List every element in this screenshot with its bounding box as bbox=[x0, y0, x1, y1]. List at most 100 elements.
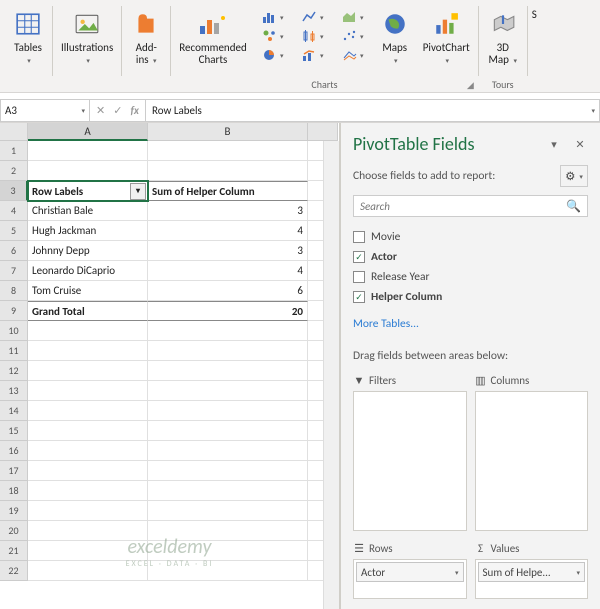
tables-button[interactable]: Tables▾ bbox=[8, 6, 48, 69]
row-header-22[interactable]: 22 bbox=[0, 561, 28, 581]
recommended-charts-button[interactable]: Recommended Charts bbox=[175, 6, 250, 68]
cell-B9[interactable]: 20 bbox=[148, 301, 308, 321]
row-header-10[interactable]: 10 bbox=[0, 321, 28, 341]
cell-A3[interactable]: Row Labels▾ bbox=[28, 181, 148, 201]
cell-B3[interactable]: Sum of Helper Column bbox=[148, 181, 308, 201]
cell-A17[interactable] bbox=[28, 461, 148, 481]
worksheet-grid[interactable]: AB 12345678910111213141516171819202122 R… bbox=[0, 123, 340, 609]
field-checkbox[interactable] bbox=[353, 231, 365, 243]
row-header-13[interactable]: 13 bbox=[0, 381, 28, 401]
cell-A14[interactable] bbox=[28, 401, 148, 421]
cell-A2[interactable] bbox=[28, 161, 148, 181]
cell-A22[interactable] bbox=[28, 561, 148, 581]
field-layout-button[interactable]: ⚙▾ bbox=[560, 165, 588, 187]
cell-B11[interactable] bbox=[148, 341, 308, 361]
pane-dropdown-icon[interactable]: ▾ bbox=[546, 136, 562, 152]
combo-chart-button[interactable]: ▾ bbox=[295, 46, 331, 64]
cell-A6[interactable]: Johnny Depp bbox=[28, 241, 148, 261]
cell-B22[interactable] bbox=[148, 561, 308, 581]
filters-area[interactable] bbox=[353, 391, 467, 531]
column-header-A[interactable]: A bbox=[28, 123, 148, 141]
row-header-18[interactable]: 18 bbox=[0, 481, 28, 501]
cell-A15[interactable] bbox=[28, 421, 148, 441]
field-actor[interactable]: ✓Actor bbox=[353, 247, 588, 267]
cell-B1[interactable] bbox=[148, 141, 308, 161]
rowlabels-filter-button[interactable]: ▾ bbox=[130, 183, 146, 200]
formula-expand-icon[interactable]: ▾ bbox=[591, 106, 595, 115]
row-header-8[interactable]: 8 bbox=[0, 281, 28, 301]
cell-B21[interactable] bbox=[148, 541, 308, 561]
cell-A18[interactable] bbox=[28, 481, 148, 501]
accept-formula-icon[interactable]: ✓ bbox=[113, 104, 122, 117]
values-area-item[interactable]: Sum of Helpe...▾ bbox=[478, 562, 586, 582]
cell-A20[interactable] bbox=[28, 521, 148, 541]
cell-A12[interactable] bbox=[28, 361, 148, 381]
3d-map-button[interactable]: 3D Map ▾ bbox=[483, 6, 523, 69]
cell-B10[interactable] bbox=[148, 321, 308, 341]
cell-A8[interactable]: Tom Cruise bbox=[28, 281, 148, 301]
cell-A9[interactable]: Grand Total bbox=[28, 301, 148, 321]
values-area[interactable]: Sum of Helpe...▾ bbox=[475, 559, 589, 599]
row-header-7[interactable]: 7 bbox=[0, 261, 28, 281]
illustrations-button[interactable]: Illustrations▾ bbox=[57, 6, 117, 69]
cell-B5[interactable]: 4 bbox=[148, 221, 308, 241]
cell-B16[interactable] bbox=[148, 441, 308, 461]
cell-B8[interactable]: 6 bbox=[148, 281, 308, 301]
row-header-1[interactable]: 1 bbox=[0, 141, 28, 161]
row-header-20[interactable]: 20 bbox=[0, 521, 28, 541]
column-chart-button[interactable]: ▾ bbox=[255, 8, 291, 26]
pivotchart-button[interactable]: PivotChart▾ bbox=[419, 6, 474, 69]
row-header-17[interactable]: 17 bbox=[0, 461, 28, 481]
cell-A1[interactable] bbox=[28, 141, 148, 161]
column-header-B[interactable]: B bbox=[148, 123, 308, 141]
row-header-3[interactable]: 3 bbox=[0, 181, 28, 201]
cell-A16[interactable] bbox=[28, 441, 148, 461]
row-header-11[interactable]: 11 bbox=[0, 341, 28, 361]
field-release-year[interactable]: Release Year bbox=[353, 267, 588, 287]
addins-button[interactable]: Add- ins ▾ bbox=[126, 6, 166, 69]
name-box[interactable]: A3 ▾ bbox=[0, 99, 90, 122]
field-checkbox[interactable]: ✓ bbox=[353, 291, 365, 303]
cell-A10[interactable] bbox=[28, 321, 148, 341]
cancel-formula-icon[interactable]: ✕ bbox=[96, 104, 105, 117]
row-header-12[interactable]: 12 bbox=[0, 361, 28, 381]
charts-dialog-launcher-icon[interactable]: ◢ bbox=[467, 80, 474, 91]
statistic-chart-button[interactable]: ▾ bbox=[295, 27, 331, 45]
row-header-9[interactable]: 9 bbox=[0, 301, 28, 321]
row-header-14[interactable]: 14 bbox=[0, 401, 28, 421]
cell-B13[interactable] bbox=[148, 381, 308, 401]
cell-B17[interactable] bbox=[148, 461, 308, 481]
row-header-15[interactable]: 15 bbox=[0, 421, 28, 441]
cell-B4[interactable]: 3 bbox=[148, 201, 308, 221]
pie-chart-button[interactable]: ▾ bbox=[255, 46, 291, 64]
cell-A7[interactable]: Leonardo DiCaprio bbox=[28, 261, 148, 281]
columns-area[interactable] bbox=[475, 391, 589, 531]
cell-A19[interactable] bbox=[28, 501, 148, 521]
scatter-chart-button[interactable]: ▾ bbox=[335, 27, 371, 45]
formula-input[interactable]: Row Labels ▾ bbox=[145, 99, 600, 122]
line-chart-button[interactable]: ▾ bbox=[295, 8, 331, 26]
area-chart-button[interactable]: ▾ bbox=[335, 8, 371, 26]
row-header-4[interactable]: 4 bbox=[0, 201, 28, 221]
hierarchy-chart-button[interactable]: ▾ bbox=[255, 27, 291, 45]
row-header-5[interactable]: 5 bbox=[0, 221, 28, 241]
cell-B15[interactable] bbox=[148, 421, 308, 441]
cell-B2[interactable] bbox=[148, 161, 308, 181]
field-search[interactable]: 🔍 bbox=[353, 195, 588, 217]
cell-A4[interactable]: Christian Bale bbox=[28, 201, 148, 221]
fx-icon[interactable]: fx bbox=[130, 104, 139, 117]
cell-B18[interactable] bbox=[148, 481, 308, 501]
rows-area[interactable]: Actor▾ bbox=[353, 559, 467, 599]
maps-button[interactable]: Maps▾ bbox=[375, 6, 415, 69]
cell-A5[interactable]: Hugh Jackman bbox=[28, 221, 148, 241]
more-tables-link[interactable]: More Tables... bbox=[353, 317, 588, 331]
row-header-2[interactable]: 2 bbox=[0, 161, 28, 181]
cell-B6[interactable]: 3 bbox=[148, 241, 308, 261]
row-header-16[interactable]: 16 bbox=[0, 441, 28, 461]
field-checkbox[interactable]: ✓ bbox=[353, 251, 365, 263]
cell-B19[interactable] bbox=[148, 501, 308, 521]
rows-area-item[interactable]: Actor▾ bbox=[356, 562, 464, 582]
cell-A11[interactable] bbox=[28, 341, 148, 361]
field-movie[interactable]: Movie bbox=[353, 227, 588, 247]
cell-B12[interactable] bbox=[148, 361, 308, 381]
